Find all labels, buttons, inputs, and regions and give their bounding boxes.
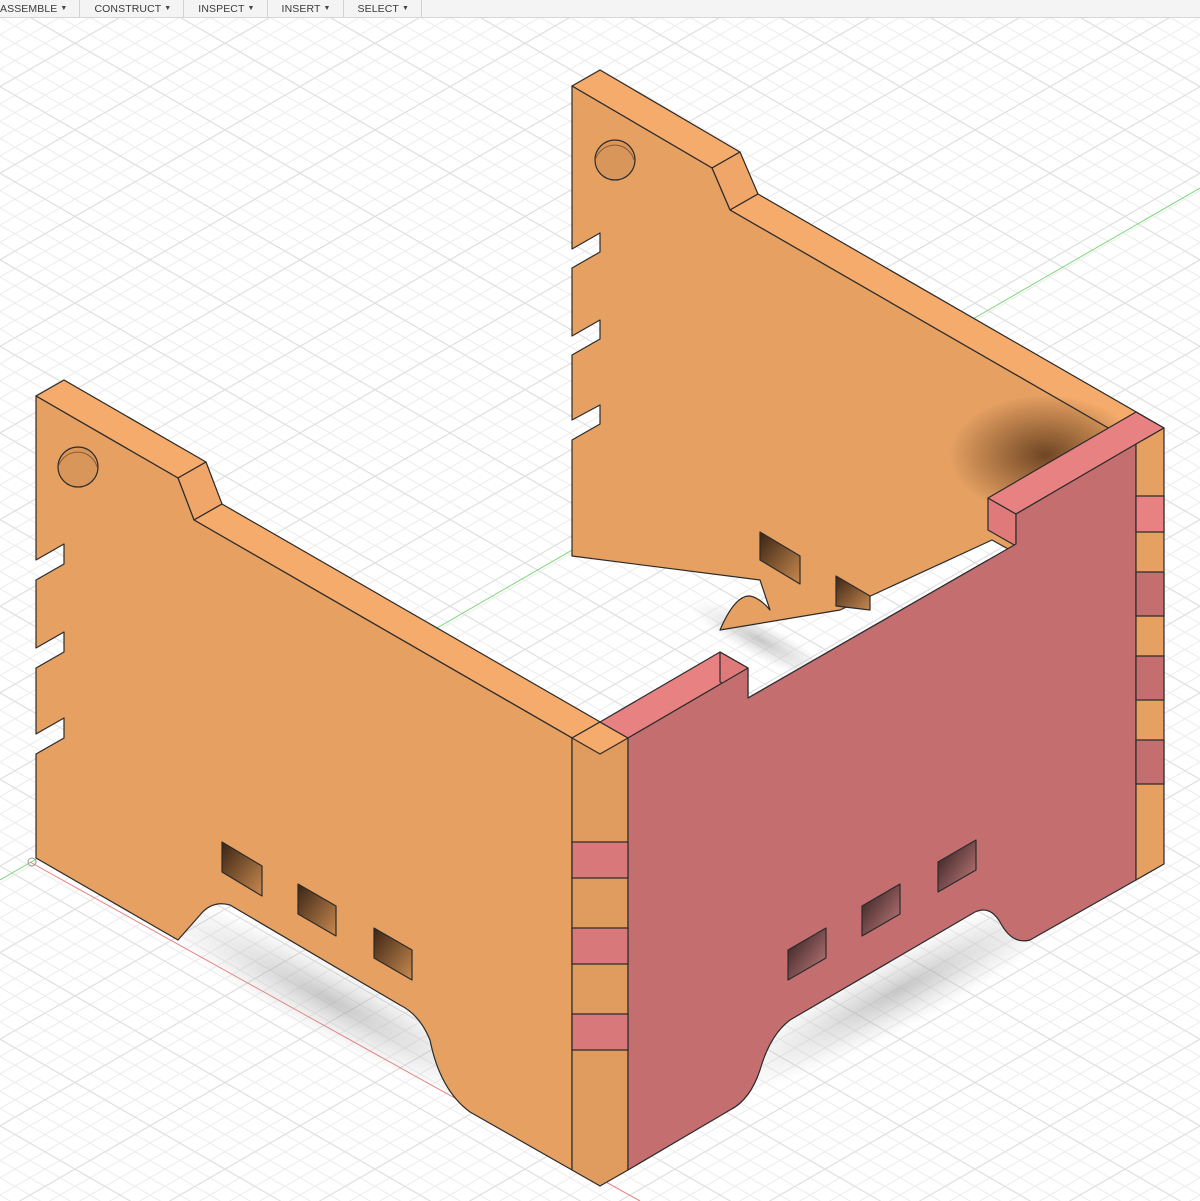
back-panel-hole-icon — [594, 139, 636, 181]
left-panel-hole-icon — [57, 446, 99, 488]
front-finger-1 — [571, 841, 629, 879]
chevron-down-icon: ▼ — [323, 5, 331, 12]
front-finger-2 — [571, 927, 629, 965]
chevron-down-icon: ▼ — [164, 5, 172, 12]
chevron-down-icon: ▼ — [247, 5, 255, 12]
menu-insert-label: INSERT — [281, 2, 321, 15]
front-finger-3 — [571, 1013, 629, 1051]
menu-select[interactable]: SELECT ▼ — [344, 0, 422, 17]
right-finger-2 — [1135, 571, 1165, 617]
menu-insert[interactable]: INSERT ▼ — [268, 0, 344, 17]
menu-inspect-label: INSPECT — [198, 2, 245, 15]
menu-construct-label: CONSTRUCT — [94, 2, 162, 15]
menu-select-label: SELECT — [357, 2, 399, 15]
menu-construct[interactable]: CONSTRUCT ▼ — [80, 0, 185, 17]
right-finger-4 — [1135, 739, 1165, 785]
toolbar: ASSEMBLE ▼ CONSTRUCT ▼ INSPECT ▼ INSERT … — [0, 0, 1200, 18]
3d-viewport[interactable] — [0, 0, 1200, 1201]
menu-inspect[interactable]: INSPECT ▼ — [184, 0, 268, 17]
menu-assemble-label: ASSEMBLE — [0, 2, 58, 15]
right-finger-1 — [1135, 495, 1165, 533]
chevron-down-icon: ▼ — [60, 5, 68, 12]
menu-assemble[interactable]: ASSEMBLE ▼ — [0, 0, 81, 17]
cad-app: ASSEMBLE ▼ CONSTRUCT ▼ INSPECT ▼ INSERT … — [0, 0, 1200, 1201]
chevron-down-icon: ▼ — [401, 5, 409, 12]
right-finger-3 — [1135, 655, 1165, 701]
